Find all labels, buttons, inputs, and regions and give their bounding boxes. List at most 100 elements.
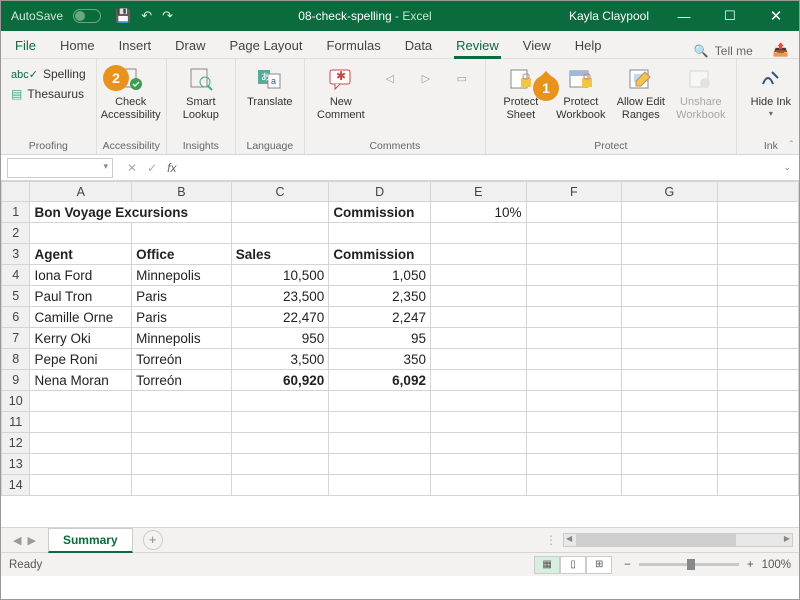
show-comments-button[interactable]: ▭ <box>445 63 479 96</box>
translate-icon: あa <box>255 65 285 93</box>
group-proofing: abc✓ Spelling ▤ Thesaurus Proofing <box>1 59 97 154</box>
zoom-slider[interactable] <box>639 563 739 566</box>
autosave-label: AutoSave <box>1 9 71 23</box>
prev-comment-button[interactable]: ◁ <box>373 63 407 96</box>
hide-ink-button[interactable]: Hide Ink ▾ <box>743 63 799 118</box>
row-header[interactable]: 1 <box>2 202 30 223</box>
spreadsheet-grid[interactable]: A B C D E F G 1Bon Voyage Excursions Comm… <box>1 181 799 527</box>
zoom-out-button[interactable]: − <box>624 559 631 571</box>
col-header-g[interactable]: G <box>622 182 718 202</box>
split-icon[interactable]: ⋮ <box>545 533 563 547</box>
tab-page-layout[interactable]: Page Layout <box>218 32 315 58</box>
sheet-tab-summary[interactable]: Summary <box>48 528 133 553</box>
show-icon: ▭ <box>447 65 477 93</box>
window-title: 08-check-spelling - Excel <box>173 9 557 23</box>
spelling-icon: abc✓ <box>11 68 38 81</box>
undo-icon[interactable]: ↶ <box>141 8 152 24</box>
svg-text:あ: あ <box>261 72 270 82</box>
quick-access-toolbar: 💾 ↶ ↷ <box>109 8 173 24</box>
tab-draw[interactable]: Draw <box>163 32 217 58</box>
user-name[interactable]: Kayla Claypool <box>557 9 661 23</box>
save-icon[interactable]: 💾 <box>115 8 131 24</box>
add-sheet-button[interactable]: + <box>143 530 163 550</box>
view-buttons: ▦ ▯ ⊞ <box>534 556 612 574</box>
prev-sheet-icon[interactable]: ◀ <box>13 534 21 547</box>
zoom-level[interactable]: 100% <box>762 559 791 571</box>
search-icon: 🔍 <box>694 44 709 58</box>
protect-workbook-icon <box>566 65 596 93</box>
collapse-ribbon-icon[interactable]: ˆ <box>790 140 793 151</box>
select-all-corner[interactable] <box>2 182 30 202</box>
share-button[interactable]: 📤 <box>763 42 799 58</box>
svg-text:a: a <box>271 76 276 86</box>
name-box[interactable] <box>7 158 113 178</box>
tab-insert[interactable]: Insert <box>107 32 164 58</box>
callout-2: 2 <box>103 65 129 91</box>
group-insights: Smart Lookup Insights <box>167 59 236 154</box>
spelling-button[interactable]: abc✓ Spelling <box>7 65 90 83</box>
autosave-toggle[interactable] <box>73 9 101 23</box>
status-bar: Ready ▦ ▯ ⊞ − + 100% <box>1 552 799 576</box>
col-header-h[interactable] <box>717 182 798 202</box>
tab-view[interactable]: View <box>511 32 563 58</box>
allow-edit-ranges-button[interactable]: Allow Edit Ranges <box>612 63 670 121</box>
group-protect: Protect Sheet Protect Workbook Allow Edi… <box>486 59 737 154</box>
maximize-button[interactable]: ☐ <box>707 8 753 24</box>
title-bar: AutoSave 💾 ↶ ↷ 08-check-spelling - Excel… <box>1 1 799 31</box>
new-comment-button[interactable]: ✱ New Comment <box>311 63 371 121</box>
minimize-button[interactable]: — <box>661 9 707 24</box>
group-comments: ✱ New Comment ◁ ▷ ▭ Comments <box>305 59 486 154</box>
cell[interactable]: Commission <box>329 202 431 223</box>
protect-workbook-button[interactable]: Protect Workbook <box>552 63 610 121</box>
horizontal-scrollbar[interactable] <box>563 533 793 547</box>
tab-review[interactable]: Review <box>444 32 511 58</box>
close-button[interactable]: ✕ <box>753 7 799 25</box>
ink-icon <box>756 65 786 93</box>
zoom-in-button[interactable]: + <box>747 559 754 571</box>
translate-button[interactable]: あa Translate <box>242 63 298 109</box>
tab-home[interactable]: Home <box>48 32 107 58</box>
prev-icon: ◁ <box>375 65 405 93</box>
tell-me[interactable]: 🔍 Tell me <box>694 44 763 58</box>
tab-help[interactable]: Help <box>563 32 614 58</box>
view-page-layout[interactable]: ▯ <box>560 556 586 574</box>
group-language: あa Translate Language <box>236 59 305 154</box>
col-header-d[interactable]: D <box>329 182 431 202</box>
formula-bar: ✕ ✓ fx ⌄ <box>1 155 799 181</box>
edit-ranges-icon <box>626 65 656 93</box>
next-icon: ▷ <box>411 65 441 93</box>
expand-formula-bar[interactable]: ⌄ <box>775 162 799 173</box>
view-normal[interactable]: ▦ <box>534 556 560 574</box>
col-header-a[interactable]: A <box>30 182 132 202</box>
tab-data[interactable]: Data <box>393 32 444 58</box>
view-page-break[interactable]: ⊞ <box>586 556 612 574</box>
protect-sheet-icon <box>506 65 536 93</box>
next-sheet-icon[interactable]: ▶ <box>27 534 35 547</box>
callout-1: 1 <box>533 75 559 101</box>
enter-icon[interactable]: ✓ <box>147 161 157 175</box>
status-ready: Ready <box>9 559 42 571</box>
svg-text:✱: ✱ <box>336 69 346 83</box>
col-header-c[interactable]: C <box>231 182 329 202</box>
cancel-icon[interactable]: ✕ <box>127 161 137 175</box>
col-header-b[interactable]: B <box>132 182 232 202</box>
ribbon-tabs: File Home Insert Draw Page Layout Formul… <box>1 31 799 59</box>
unshare-icon <box>686 65 716 93</box>
next-comment-button[interactable]: ▷ <box>409 63 443 96</box>
comment-icon: ✱ <box>326 65 356 93</box>
thesaurus-icon: ▤ <box>11 87 22 101</box>
tab-file[interactable]: File <box>3 32 48 58</box>
cell[interactable]: Bon Voyage Excursions <box>30 202 231 223</box>
col-header-e[interactable]: E <box>430 182 526 202</box>
col-header-f[interactable]: F <box>526 182 622 202</box>
thesaurus-button[interactable]: ▤ Thesaurus <box>7 85 88 103</box>
smart-lookup-icon <box>186 65 216 93</box>
tab-formulas[interactable]: Formulas <box>315 32 393 58</box>
sheet-tab-bar: ◀ ▶ Summary + ⋮ <box>1 527 799 552</box>
fx-icon[interactable]: fx <box>167 161 182 175</box>
unshare-workbook-button: Unshare Workbook <box>672 63 730 121</box>
cell[interactable]: 10% <box>430 202 526 223</box>
redo-icon[interactable]: ↷ <box>162 8 173 24</box>
smart-lookup-button[interactable]: Smart Lookup <box>173 63 229 121</box>
zoom-control: − + 100% <box>624 559 791 571</box>
